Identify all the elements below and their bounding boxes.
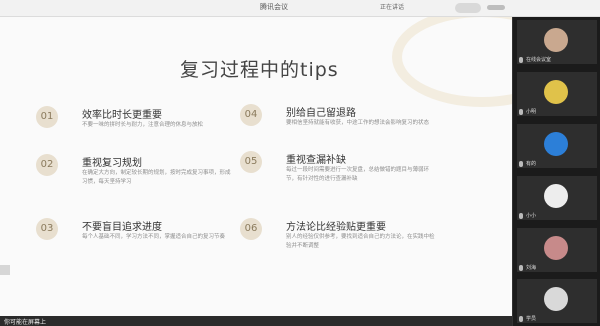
- participant-avatar: [544, 287, 568, 311]
- tip-heading: 别给自己留退路: [286, 108, 356, 119]
- tip-number-badge: 01: [36, 106, 58, 128]
- participant-tile[interactable]: 有的: [517, 124, 597, 168]
- participant-avatar: [544, 80, 568, 104]
- participant-name: 小明: [526, 109, 537, 115]
- tip-item: 06 方法论比经验贴更重要 别人的经验仅供参考，要找到适合自己的方法论，在实践中…: [240, 218, 440, 258]
- window-titlebar: 腾讯会议 正在讲话: [0, 0, 600, 17]
- participant-name: 在线会议室: [526, 57, 552, 63]
- participant-tile[interactable]: 刘海: [517, 228, 597, 272]
- tip-heading: 不要盲目追求进度: [82, 222, 162, 233]
- tip-item: 05 重视查漏补缺 每过一段时间需要进行一次复盘，总结做错的题目与薄弱环节，有针…: [240, 151, 440, 191]
- participant-name: 刘海: [526, 265, 537, 271]
- tip-number-badge: 05: [240, 151, 262, 173]
- participant-name: 有的: [526, 161, 537, 167]
- tip-heading: 方法论比经验贴更重要: [286, 222, 386, 233]
- tip-item: 04 别给自己留退路 要相信坚持就能有收获，中途工作的想法会影响复习的状态: [240, 104, 440, 144]
- tip-description: 别人的经验仅供参考，要找到适合自己的方法论，在实践中检验并不断调整: [286, 234, 435, 249]
- decorative-curve: [392, 17, 512, 107]
- tip-description: 不要一味的拼时长与耐力，注意合理的休息与放松: [82, 122, 204, 128]
- tip-item: 03 不要盲目追求进度 每个人基础不同，学习方法不同，掌握适合自己的复习节奏: [36, 218, 236, 258]
- view-toggle-button[interactable]: [455, 3, 481, 13]
- tip-heading: 重视复习规划: [82, 158, 142, 169]
- tip-heading: 效率比时长更重要: [82, 110, 162, 121]
- tip-number-badge: 06: [240, 218, 262, 240]
- mic-icon: [519, 316, 523, 322]
- tip-heading: 重视查漏补缺: [286, 155, 346, 166]
- participant-avatar: [544, 184, 568, 208]
- tip-description: 在确定大方向，制定较长期的规划，按时完成复习事项，形成习惯，每天坚持学习: [82, 170, 231, 185]
- participant-tile[interactable]: 小明: [517, 72, 597, 116]
- slide-title: 复习过程中的tips: [180, 59, 339, 81]
- participant-name: 小小: [526, 213, 537, 219]
- participant-tile[interactable]: 小小: [517, 176, 597, 220]
- shared-slide: 复习过程中的tips 01 效率比时长更重要 不要一味的拼时长与耐力，注意合理的…: [0, 17, 512, 326]
- participant-name: 学员: [526, 316, 537, 322]
- speaker-indicator: 正在讲话: [380, 4, 405, 11]
- mic-icon: [519, 161, 523, 167]
- bottom-status-bar: 你可能在屏幕上: [0, 316, 512, 326]
- bottom-status-text: 你可能在屏幕上: [4, 319, 47, 326]
- mic-icon: [519, 109, 523, 115]
- tip-description: 每个人基础不同，学习方法不同，掌握适合自己的复习节奏: [82, 234, 226, 240]
- participant-tile[interactable]: 在线会议室: [517, 20, 597, 64]
- tip-item: 02 重视复习规划 在确定大方向，制定较长期的规划，按时完成复习事项，形成习惯，…: [36, 154, 236, 194]
- tip-description: 每过一段时间需要进行一次复盘，总结做错的题目与薄弱环节，有针对性的进行查漏补缺: [286, 167, 430, 182]
- participant-tile[interactable]: 学员: [517, 279, 597, 323]
- participant-sidebar: 在线会议室 小明 有的 小小 刘海 学员: [512, 17, 600, 326]
- tip-description: 要相信坚持就能有收获，中途工作的想法会影响复习的状态: [286, 120, 430, 126]
- side-expand-handle[interactable]: [0, 265, 10, 275]
- tip-number-badge: 03: [36, 218, 58, 240]
- tip-item: 01 效率比时长更重要 不要一味的拼时长与耐力，注意合理的休息与放松: [36, 106, 236, 146]
- participant-avatar: [544, 132, 568, 156]
- more-options-icon[interactable]: [487, 5, 505, 10]
- tip-number-badge: 04: [240, 104, 262, 126]
- mic-icon: [519, 265, 523, 271]
- tip-number-badge: 02: [36, 154, 58, 176]
- mic-icon: [519, 57, 523, 63]
- participant-avatar: [544, 28, 568, 52]
- participant-avatar: [544, 236, 568, 260]
- window-title: 腾讯会议: [260, 3, 288, 11]
- mic-icon: [519, 213, 523, 219]
